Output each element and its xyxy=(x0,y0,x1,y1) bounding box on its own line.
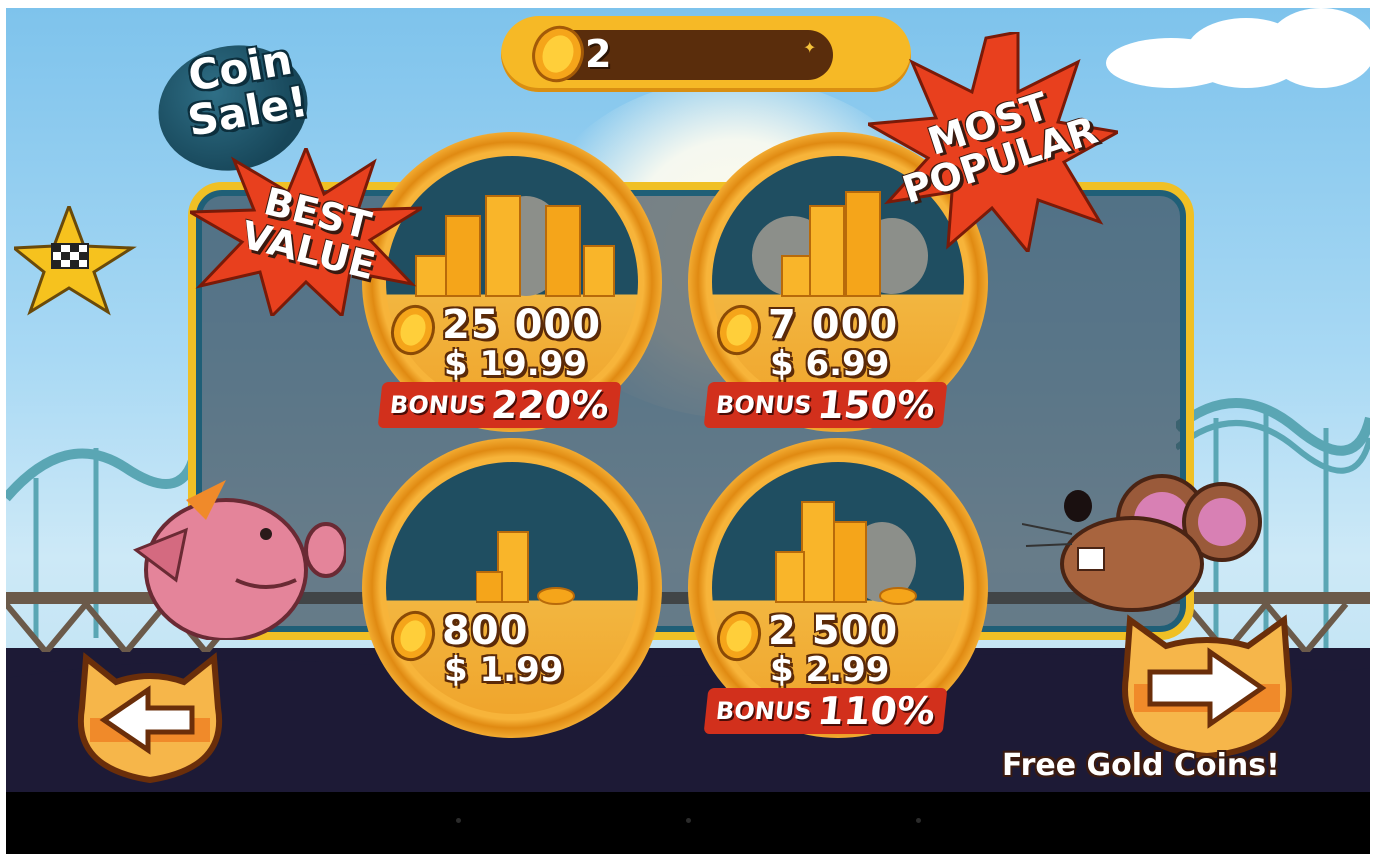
nav-recents-dot[interactable] xyxy=(916,818,921,823)
gold-coin-icon xyxy=(532,25,584,83)
system-nav-bar xyxy=(6,792,1370,854)
offer-amount: 800 xyxy=(442,608,529,654)
coin-stacks-icon xyxy=(775,501,917,605)
bonus-badge: BONUS 110% xyxy=(703,688,948,734)
coin-stacks-icon xyxy=(476,531,575,605)
bonus-label: BONUS xyxy=(388,391,488,419)
bonus-badge: BONUS 150% xyxy=(703,382,948,428)
coin-balance-value: 2 xyxy=(585,32,612,76)
offer-price: $ 1.99 xyxy=(444,650,564,690)
offer-price: $ 2.99 xyxy=(770,650,890,690)
pig-character xyxy=(132,480,346,640)
bonus-label: BONUS xyxy=(714,697,814,725)
gold-coin-icon xyxy=(716,304,762,356)
back-button[interactable] xyxy=(68,648,232,788)
free-gold-coins-link[interactable]: Free Gold Coins! xyxy=(1002,748,1280,783)
game-screen: 2 ✦ Coin Sale! 25 000 $ 19.99 BONUS 220%… xyxy=(6,8,1370,792)
bonus-badge: BONUS 220% xyxy=(377,382,622,428)
bonus-value: 220% xyxy=(489,383,612,427)
coin-stacks-icon xyxy=(415,195,615,297)
offer-price: $ 6.99 xyxy=(770,344,890,384)
nav-back-dot[interactable] xyxy=(456,818,461,823)
nav-home-dot[interactable] xyxy=(686,818,691,823)
bonus-value: 110% xyxy=(815,689,938,733)
next-button[interactable] xyxy=(1112,610,1302,760)
gold-coin-icon xyxy=(390,610,436,662)
offer-800-coins[interactable]: 800 $ 1.99 xyxy=(362,438,662,738)
gold-coin-icon xyxy=(716,610,762,662)
offer-2500-coins[interactable]: 2 500 $ 2.99 BONUS 110% xyxy=(688,438,988,738)
offer-price: $ 19.99 xyxy=(444,344,588,384)
bonus-value: 150% xyxy=(815,383,938,427)
offer-amount: 2 500 xyxy=(768,608,899,654)
sparkle-icon: ✦ xyxy=(803,38,817,57)
cloud xyxy=(1266,8,1370,88)
offer-amount: 25 000 xyxy=(442,302,602,348)
checkered-star xyxy=(14,206,137,316)
offer-amount: 7 000 xyxy=(768,302,899,348)
coin-balance-bar: 2 ✦ xyxy=(501,16,911,92)
mouse-character xyxy=(1022,474,1262,612)
bonus-label: BONUS xyxy=(714,391,814,419)
